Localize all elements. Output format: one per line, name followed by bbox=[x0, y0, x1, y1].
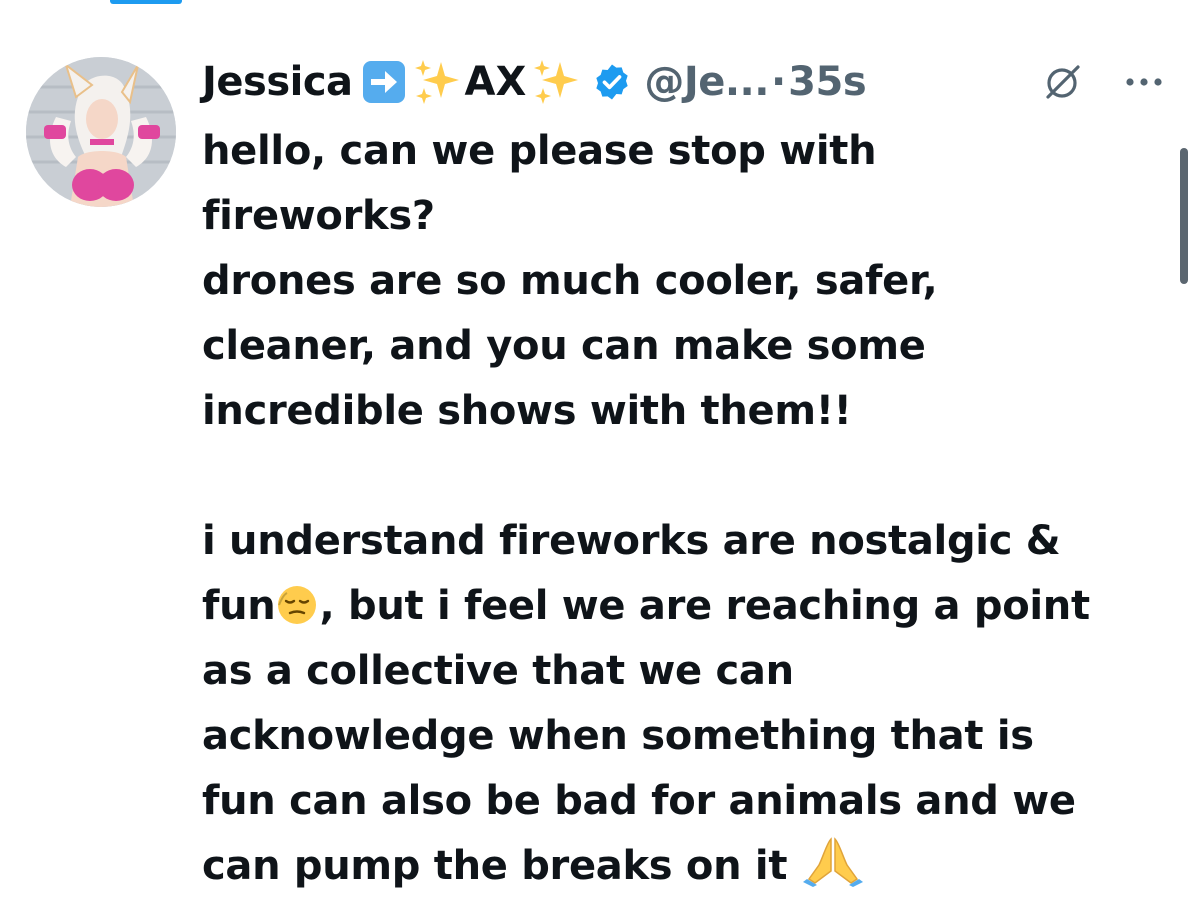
right-arrow-emoji-icon bbox=[361, 59, 407, 105]
more-options-icon[interactable] bbox=[1122, 70, 1166, 94]
tweet-text-line: as a collective that we can bbox=[202, 648, 794, 694]
active-tab-indicator bbox=[110, 0, 182, 4]
avatar-image bbox=[26, 57, 176, 207]
folded-hands-emoji-icon bbox=[801, 835, 865, 907]
tweet-text-fragment: can pump the breaks on it bbox=[202, 843, 788, 889]
tweet-text-line: fun can also be bad for animals and we bbox=[202, 778, 1076, 824]
paragraph-break bbox=[202, 444, 1182, 509]
tweet-text: hello, can we please stop with fireworks… bbox=[202, 119, 1182, 899]
tweet-text-line: fireworks? bbox=[202, 193, 435, 239]
tweet-text-fragment: , but i feel we are reaching a point bbox=[319, 583, 1090, 629]
tweet-text-line: hello, can we please stop with bbox=[202, 128, 877, 174]
relieved-face-emoji-icon bbox=[275, 582, 319, 647]
tweet-text-fragment: fun bbox=[202, 583, 276, 629]
sparkles-emoji-icon bbox=[411, 56, 463, 108]
tweet-text-line: fun , but i feel we are reaching a point bbox=[202, 574, 1182, 639]
tweet-text-line: i understand fireworks are nostalgic & bbox=[202, 518, 1061, 564]
display-name[interactable]: Jessica bbox=[202, 52, 353, 112]
display-name-suffix[interactable]: AX bbox=[465, 52, 527, 112]
avatar[interactable] bbox=[26, 57, 176, 207]
header-separator: · bbox=[770, 59, 787, 105]
grok-icon[interactable] bbox=[1042, 63, 1082, 103]
tweet-timestamp[interactable]: 35s bbox=[788, 52, 866, 112]
scrollbar[interactable] bbox=[1180, 148, 1188, 284]
tweet-text-line: acknowledge when something that is bbox=[202, 713, 1034, 759]
tweet-text-line: drones are so much cooler, safer, bbox=[202, 258, 938, 304]
verified-badge-icon[interactable] bbox=[592, 62, 632, 102]
tweet-text-line: incredible shows with them!! bbox=[202, 388, 852, 434]
tweet-text-line: cleaner, and you can make some bbox=[202, 323, 926, 369]
tweet-header: Jessica AX @Je... · 35s bbox=[202, 52, 1182, 112]
sparkles-emoji-icon bbox=[530, 56, 582, 108]
tweet-text-line: can pump the breaks on it bbox=[202, 834, 1182, 899]
author-handle[interactable]: @Je... bbox=[644, 52, 769, 112]
